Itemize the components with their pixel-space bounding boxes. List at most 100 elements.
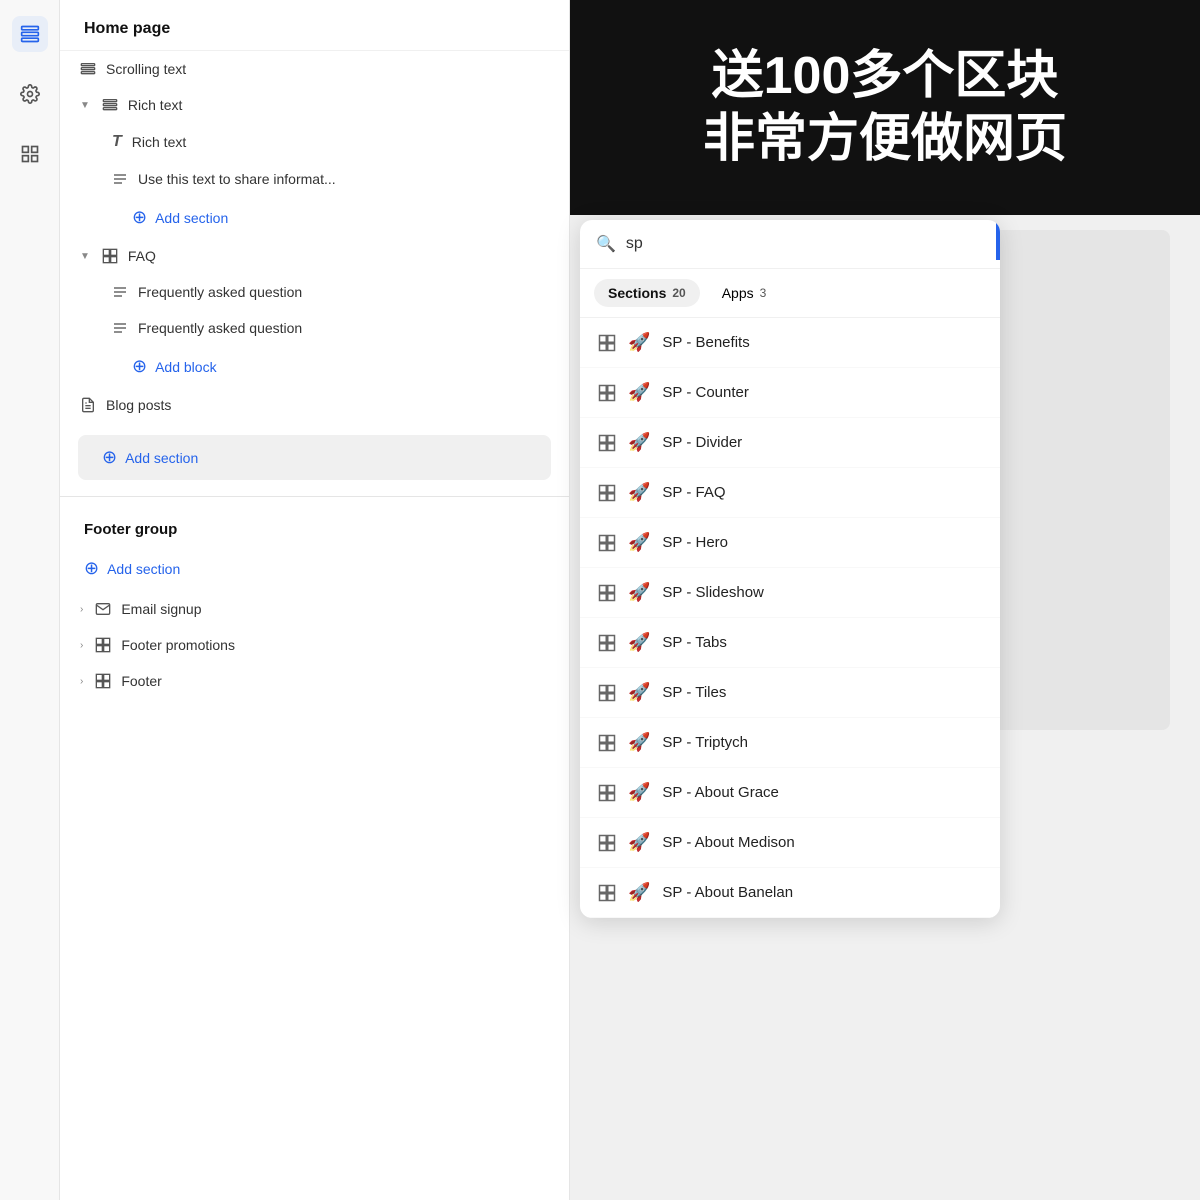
result-name-label: SP - Triptych	[662, 734, 748, 751]
add-block-button-2[interactable]: ⊕ Add block	[60, 346, 569, 387]
result-name-label: SP - About Banelan	[662, 884, 793, 901]
sidebar-icon-layers[interactable]	[12, 16, 48, 52]
faq-lines-icon-2	[112, 320, 128, 336]
email-signup-label: Email signup	[121, 601, 549, 617]
result-name-label: SP - Counter	[662, 384, 748, 401]
sidebar-icon-settings[interactable]	[12, 76, 48, 112]
list-item-blog-posts[interactable]: Blog posts	[60, 387, 569, 423]
list-item-footer[interactable]: › Footer	[60, 663, 569, 699]
rocket-icon: 🚀	[628, 782, 650, 803]
list-item-rich-text-child[interactable]: T Rich text	[60, 123, 569, 161]
divider	[60, 496, 569, 497]
list-item[interactable]: 🚀 SP - Slideshow	[580, 568, 1000, 618]
list-item[interactable]: 🚀 SP - Counter	[580, 368, 1000, 418]
rocket-icon: 🚀	[628, 882, 650, 903]
rocket-icon: 🚀	[628, 332, 650, 353]
faq-lines-icon-1	[112, 284, 128, 300]
list-item[interactable]: 🚀 SP - Hero	[580, 518, 1000, 568]
search-icon: 🔍	[596, 234, 616, 254]
add-block-label-2: Add block	[155, 359, 216, 375]
rocket-icon: 🚀	[628, 732, 650, 753]
rocket-icon: 🚀	[628, 482, 650, 503]
results-list: 🚀 SP - Benefits 🚀 SP - Counter 🚀 SP - Di…	[580, 318, 1000, 918]
section-grid-icon	[598, 534, 616, 552]
result-name-label: SP - Slideshow	[662, 584, 763, 601]
result-name-label: SP - About Medison	[662, 834, 794, 851]
scrolling-text-icon	[80, 61, 96, 77]
list-item[interactable]: 🚀 SP - FAQ	[580, 468, 1000, 518]
chevron-down-icon: ▼	[80, 100, 90, 111]
rich-text-child-label: Rich text	[132, 134, 549, 150]
add-section-button[interactable]: ⊕ Add section	[78, 435, 551, 480]
list-item-scrolling-text[interactable]: Scrolling text	[60, 51, 569, 87]
banner-line-1: 送100多个区块	[712, 45, 1059, 107]
rich-text-T-icon: T	[112, 133, 122, 151]
list-item-faq-2[interactable]: Frequently asked question	[60, 310, 569, 346]
footer-icon	[95, 673, 111, 689]
add-footer-section-button[interactable]: ⊕ Add section	[60, 546, 569, 591]
section-grid-icon	[598, 684, 616, 702]
result-name-label: SP - FAQ	[662, 484, 725, 501]
tab-apps-label: Apps	[722, 285, 754, 301]
result-name-label: SP - Hero	[662, 534, 728, 551]
faq-chevron-icon: ▼	[80, 251, 90, 262]
banner-line-2: 非常方便做网页	[703, 108, 1067, 170]
tab-sections-label: Sections	[608, 285, 666, 301]
tab-apps[interactable]: Apps 3	[708, 279, 781, 307]
sidebar-icon-apps[interactable]	[12, 136, 48, 172]
add-section-label: Add section	[125, 450, 198, 466]
blue-accent-bar	[996, 220, 1000, 260]
tab-bar: Sections 20 Apps 3	[580, 269, 1000, 318]
search-dropdown: 🔍 Sections 20 Apps 3	[580, 220, 1000, 918]
rocket-icon: 🚀	[628, 832, 650, 853]
list-item-email-signup[interactable]: › Email signup	[60, 591, 569, 627]
tab-apps-count: 3	[760, 286, 767, 300]
list-item-footer-promotions[interactable]: › Footer promotions	[60, 627, 569, 663]
section-grid-icon	[598, 434, 616, 452]
rocket-icon: 🚀	[628, 382, 650, 403]
scrolling-text-label: Scrolling text	[106, 61, 549, 77]
rocket-icon: 🚀	[628, 582, 650, 603]
email-chevron-icon: ›	[80, 604, 83, 615]
list-item-faq-1[interactable]: Frequently asked question	[60, 274, 569, 310]
section-grid-icon	[598, 784, 616, 802]
list-item[interactable]: 🚀 SP - About Banelan	[580, 868, 1000, 918]
blog-posts-label: Blog posts	[106, 397, 549, 413]
section-grid-icon	[598, 334, 616, 352]
faq-group-label: FAQ	[128, 248, 549, 264]
result-name-label: SP - Benefits	[662, 334, 749, 351]
right-area: 送100多个区块 非常方便做网页 🔍 Sections 20 Apps 3	[570, 0, 1200, 1200]
footer-group-title: Footer group	[60, 501, 569, 546]
list-item[interactable]: 🚀 SP - About Medison	[580, 818, 1000, 868]
tab-sections[interactable]: Sections 20	[594, 279, 700, 307]
add-block-plus-icon: ⊕	[132, 207, 147, 228]
result-name-label: SP - Tabs	[662, 634, 726, 651]
search-bar: 🔍	[580, 220, 1000, 269]
list-item[interactable]: 🚀 SP - Tiles	[580, 668, 1000, 718]
add-footer-section-label: Add section	[107, 561, 180, 577]
section-grid-icon	[598, 634, 616, 652]
list-item[interactable]: 🚀 SP - Benefits	[580, 318, 1000, 368]
faq-item-2-label: Frequently asked question	[138, 320, 549, 336]
list-item[interactable]: 🚀 SP - Tabs	[580, 618, 1000, 668]
section-grid-icon	[598, 734, 616, 752]
blog-posts-icon	[80, 397, 96, 413]
add-block-label-1: Add section	[155, 210, 228, 226]
left-panel: Home page Scrolling text ▼	[60, 0, 570, 1200]
footer-chevron-icon: ›	[80, 676, 83, 687]
lines-icon	[112, 171, 128, 187]
list-item-rich-text-desc[interactable]: Use this text to share informat...	[60, 161, 569, 197]
list-item[interactable]: 🚀 SP - Triptych	[580, 718, 1000, 768]
rocket-icon: 🚀	[628, 532, 650, 553]
list-item[interactable]: 🚀 SP - About Grace	[580, 768, 1000, 818]
add-footer-plus-icon: ⊕	[84, 558, 99, 579]
footer-label: Footer	[121, 673, 549, 689]
list-item[interactable]: 🚀 SP - Divider	[580, 418, 1000, 468]
list-item-faq-group[interactable]: ▼ FAQ	[60, 238, 569, 274]
add-block-button-1[interactable]: ⊕ Add section	[60, 197, 569, 238]
result-name-label: SP - Tiles	[662, 684, 726, 701]
section-grid-icon	[598, 834, 616, 852]
list-item-rich-text-group[interactable]: ▼ Rich text	[60, 87, 569, 123]
rocket-icon: 🚀	[628, 682, 650, 703]
search-input[interactable]	[626, 235, 984, 253]
